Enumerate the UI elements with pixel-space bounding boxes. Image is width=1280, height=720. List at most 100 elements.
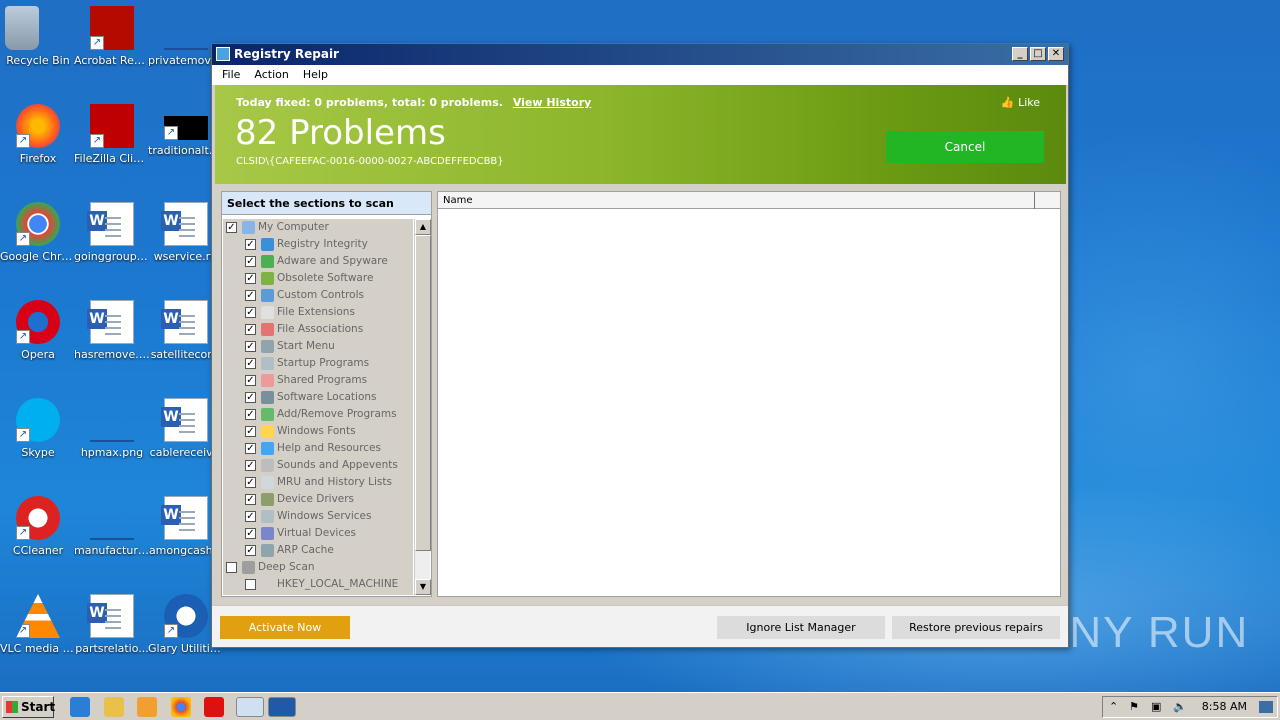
checkbox[interactable]: ✓ [245, 528, 256, 539]
desktop-icon-label: Acrobat Reader DC [74, 54, 150, 67]
tree-item[interactable]: ✓ Software Locations [223, 389, 413, 406]
tree-item-label: Windows Services [277, 510, 372, 522]
tree-item[interactable]: ✓ Sounds and Appevents [223, 457, 413, 474]
tree-item[interactable]: ✓ Start Menu [223, 338, 413, 355]
checkbox[interactable]: ✓ [245, 426, 256, 437]
desktop-icon[interactable]: ↗ VLC media player [0, 594, 76, 655]
tree-item[interactable]: ✓ Virtual Devices [223, 525, 413, 542]
tree-item[interactable]: ✓ File Extensions [223, 304, 413, 321]
network-icon[interactable]: ▣ [1151, 697, 1161, 717]
tree-item[interactable]: ✓ Startup Programs [223, 355, 413, 372]
menu-action[interactable]: Action [250, 65, 292, 85]
desktop-icon[interactable]: ↗ Firefox [0, 104, 76, 165]
checkbox[interactable]: ✓ [245, 256, 256, 267]
checkbox[interactable]: ✓ [245, 545, 256, 556]
media-player-icon[interactable] [137, 697, 157, 717]
tree-item[interactable]: ✓ Adware and Spyware [223, 253, 413, 270]
tree-item[interactable]: ✓ File Associations [223, 321, 413, 338]
desktop-icon-label: hpmax.png [80, 446, 144, 459]
glary-taskbar-icon[interactable] [236, 697, 264, 717]
registry-repair-taskbar-icon[interactable] [268, 697, 296, 717]
checkbox[interactable]: ✓ [245, 392, 256, 403]
blank-icon [164, 6, 208, 50]
desktop-icon[interactable]: manufacturi... [74, 496, 150, 557]
checkbox[interactable]: ✓ [245, 511, 256, 522]
tree-item[interactable]: ✓ Shared Programs [223, 372, 413, 389]
close-button[interactable]: ✕ [1048, 47, 1064, 61]
desktop-icon[interactable]: ↗ Acrobat Reader DC [74, 6, 150, 67]
checkbox[interactable]: ✓ [245, 409, 256, 420]
chrome-taskbar-icon[interactable] [171, 697, 191, 717]
menu-file[interactable]: File [218, 65, 244, 85]
checkbox[interactable]: ✓ [245, 273, 256, 284]
shortcut-arrow-icon: ↗ [16, 526, 30, 540]
activate-now-button[interactable]: Activate Now [220, 616, 350, 639]
checkbox[interactable]: ✓ [226, 222, 237, 233]
tree-item[interactable]: ✓ Custom Controls [223, 287, 413, 304]
ie-icon[interactable] [70, 697, 90, 717]
opera-taskbar-icon[interactable] [204, 697, 224, 717]
tree-item[interactable]: ✓ Add/Remove Programs [223, 406, 413, 423]
scroll-up-icon[interactable]: ▲ [415, 219, 431, 235]
tree-item[interactable]: HKEY_LOCAL_MACHINE [223, 576, 413, 593]
like-button[interactable]: 👍 Like [1001, 96, 1040, 109]
checkbox[interactable]: ✓ [245, 324, 256, 335]
scroll-down-icon[interactable]: ▼ [415, 579, 431, 595]
checkbox[interactable]: ✓ [245, 477, 256, 488]
minimize-button[interactable]: _ [1012, 47, 1028, 61]
explorer-icon[interactable] [104, 697, 124, 717]
desktop-icon[interactable]: ↗ Skype [0, 398, 76, 459]
tree-scrollbar[interactable]: ▲ ▼ [414, 219, 431, 595]
desktop-icon[interactable]: goinggroup.rtf [74, 202, 150, 263]
checkbox[interactable]: ✓ [245, 460, 256, 471]
checkbox[interactable]: ✓ [245, 307, 256, 318]
desktop-icon[interactable]: Recycle Bin [0, 6, 76, 67]
show-desktop-icon[interactable] [1259, 701, 1273, 713]
menu-help[interactable]: Help [299, 65, 332, 85]
desktop-icon[interactable]: partsrelatio... [74, 594, 150, 655]
tree-item[interactable]: ✓ Help and Resources [223, 440, 413, 457]
maximize-button[interactable]: □ [1030, 47, 1046, 61]
tree-item[interactable]: ✓ My Computer [223, 219, 413, 236]
tree-item[interactable]: ✓ Windows Fonts [223, 423, 413, 440]
tree-item[interactable]: Deep Scan [223, 559, 413, 576]
ignore-list-manager-button[interactable]: Ignore List Manager [717, 616, 885, 639]
tree-item[interactable]: ✓ Device Drivers [223, 491, 413, 508]
window-titlebar[interactable]: Registry Repair _ □ ✕ [212, 44, 1068, 65]
section-icon [242, 561, 255, 574]
start-button[interactable]: Start [2, 696, 55, 718]
checkbox[interactable]: ✓ [245, 443, 256, 454]
tree-item[interactable]: ✓ ARP Cache [223, 542, 413, 559]
desktop-icon[interactable]: ↗ Google Chrome [0, 202, 76, 263]
checkbox[interactable]: ✓ [245, 341, 256, 352]
tray-expand-icon[interactable]: ⌃ [1109, 697, 1118, 717]
desktop-icon[interactable]: ↗ FileZilla Client [74, 104, 150, 165]
checkbox[interactable]: ✓ [245, 239, 256, 250]
restore-previous-repairs-button[interactable]: Restore previous repairs [892, 616, 1060, 639]
blank-icon [90, 398, 134, 442]
checkbox[interactable] [245, 579, 256, 590]
scroll-thumb[interactable] [415, 235, 431, 551]
volume-icon[interactable]: 🔈 [1173, 697, 1187, 717]
tree-item[interactable]: ✓ Registry Integrity [223, 236, 413, 253]
tree-item[interactable]: ✓ Obsolete Software [223, 270, 413, 287]
tree-item[interactable]: ✓ MRU and History Lists [223, 474, 413, 491]
view-history-link[interactable]: View History [513, 96, 591, 109]
desktop-icon[interactable]: ↗ CCleaner [0, 496, 76, 557]
results-list[interactable]: Name [437, 191, 1061, 597]
word-doc-icon [161, 202, 208, 246]
flag-icon[interactable]: ⚑ [1129, 697, 1139, 717]
checkbox[interactable]: ✓ [245, 494, 256, 505]
clock[interactable]: 8:58 AM [1202, 697, 1247, 717]
checkbox[interactable] [226, 562, 237, 573]
tree-item[interactable]: ✓ Windows Services [223, 508, 413, 525]
desktop-icon[interactable]: hasremove.rtf [74, 300, 150, 361]
cancel-button[interactable]: Cancel [886, 131, 1044, 163]
checkbox[interactable]: ✓ [245, 375, 256, 386]
checkbox[interactable]: ✓ [245, 358, 256, 369]
checkbox[interactable]: ✓ [245, 290, 256, 301]
name-column-header[interactable]: Name [438, 192, 1060, 209]
desktop-icon[interactable]: hpmax.png [74, 398, 150, 459]
current-scan-item: CLSID\{CAFEEFAC-0016-0000-0027-ABCDEFFED… [236, 156, 504, 167]
desktop-icon[interactable]: ↗ Opera [0, 300, 76, 361]
